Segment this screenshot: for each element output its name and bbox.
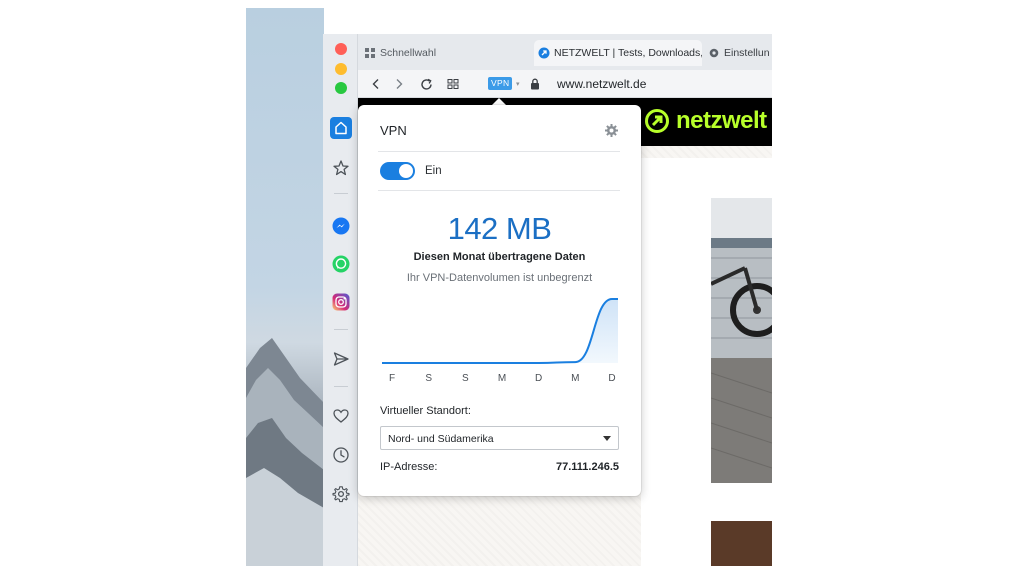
- gear-icon: [605, 124, 618, 137]
- bicycle-photo: [711, 198, 772, 483]
- desktop-wallpaper: [246, 8, 324, 566]
- tab-speed-dial[interactable]: Schnellwahl: [364, 40, 534, 66]
- x-tick-label: D: [608, 373, 615, 384]
- sidebar-whatsapp-button[interactable]: [330, 253, 352, 275]
- forward-button[interactable]: [389, 74, 409, 94]
- vpn-toggle-label: Ein: [425, 165, 442, 177]
- vpn-popup: VPN Ein 142 MB Diesen Monat übertragene …: [358, 105, 641, 496]
- tab-strip: Schnellwahl NETZWELT | Tests, Downloads,…: [358, 34, 772, 70]
- window-maximize-button[interactable]: [335, 82, 347, 94]
- sidebar-divider: [334, 193, 348, 194]
- logo-text: netzwelt: [676, 107, 767, 134]
- vpn-settings-button[interactable]: [605, 124, 618, 142]
- data-transferred-label: Diesen Monat übertragene Daten: [413, 251, 586, 263]
- sidebar-messenger-button[interactable]: [330, 215, 352, 237]
- data-transferred-value: 142 MB: [447, 211, 552, 246]
- whatsapp-icon: [332, 255, 350, 273]
- back-button[interactable]: [366, 74, 386, 94]
- home-icon: [330, 117, 352, 139]
- sidebar-history-button[interactable]: [330, 444, 352, 466]
- vpn-toggle[interactable]: [380, 162, 415, 180]
- url-field[interactable]: www.netzwelt.de: [557, 77, 646, 91]
- sidebar: [323, 34, 358, 566]
- reload-icon: [420, 78, 432, 90]
- lock-icon[interactable]: [530, 77, 540, 95]
- sidebar-bookmarks-button[interactable]: [330, 157, 352, 179]
- sidebar-send-button[interactable]: [330, 348, 352, 370]
- star-icon: [333, 160, 349, 176]
- x-tick-label: M: [571, 373, 579, 384]
- heart-icon: [333, 409, 349, 423]
- instagram-icon: [332, 293, 350, 311]
- x-tick-label: M: [498, 373, 506, 384]
- x-tick-label: D: [535, 373, 542, 384]
- gear-icon: [332, 486, 350, 503]
- vpn-badge-button[interactable]: VPN: [488, 77, 513, 90]
- usage-line: [382, 298, 618, 364]
- sidebar-settings-button[interactable]: [330, 483, 352, 505]
- sidebar-favorites-button[interactable]: [330, 405, 352, 427]
- location-label: Virtueller Standort:: [380, 405, 471, 417]
- send-icon: [333, 352, 349, 366]
- sidebar-instagram-button[interactable]: [330, 291, 352, 313]
- tab-overview-button[interactable]: [443, 74, 463, 94]
- address-toolbar: VPN ▾ www.netzwelt.de: [358, 70, 772, 98]
- sidebar-home-button[interactable]: [330, 117, 352, 139]
- tab-label: Einstellun: [724, 47, 770, 59]
- clock-icon: [333, 447, 349, 463]
- messenger-icon: [332, 217, 350, 235]
- gear-icon: [709, 48, 719, 58]
- sidebar-divider: [334, 329, 348, 330]
- chevron-right-icon: [396, 79, 403, 89]
- ip-address-value: 77.111.246.5: [555, 461, 619, 473]
- screenshot-stage: Schnellwahl NETZWELT | Tests, Downloads,…: [0, 0, 1018, 573]
- location-select-value: Nord- und Südamerika: [388, 433, 494, 445]
- tab-netzwelt[interactable]: NETZWELT | Tests, Downloads,: [534, 40, 702, 66]
- article-photo-secondary[interactable]: [711, 521, 772, 566]
- data-volume-note: Ihr VPN-Datenvolumen ist unbegrenzt: [406, 272, 593, 284]
- window-minimize-button[interactable]: [335, 63, 347, 75]
- netzwelt-favicon: [538, 47, 550, 59]
- grid-icon: [365, 48, 375, 58]
- reload-button[interactable]: [416, 74, 436, 94]
- window-close-button[interactable]: [335, 43, 347, 55]
- grid-icon: [447, 79, 459, 89]
- chevron-down-icon: [603, 436, 611, 441]
- tab-settings[interactable]: Einstellun: [708, 40, 772, 66]
- x-tick-label: S: [462, 373, 469, 384]
- usage-area: [382, 299, 618, 363]
- article-photo[interactable]: [711, 198, 772, 483]
- vpn-toggle-knob: [399, 164, 413, 178]
- usage-chart: FSSMDMD: [382, 298, 618, 384]
- x-tick-label: F: [389, 373, 395, 384]
- divider: [378, 190, 620, 191]
- chevron-left-icon: [372, 79, 379, 89]
- netzwelt-logo-icon: [645, 109, 669, 133]
- site-logo[interactable]: netzwelt: [644, 106, 767, 136]
- sidebar-divider: [334, 386, 348, 387]
- ip-address-label: IP-Adresse:: [380, 461, 438, 473]
- location-select[interactable]: Nord- und Südamerika: [380, 426, 619, 450]
- divider: [378, 151, 620, 152]
- vpn-caret-icon: ▾: [516, 81, 520, 88]
- x-tick-label: S: [425, 373, 432, 384]
- tab-label: NETZWELT | Tests, Downloads,: [554, 47, 702, 59]
- vpn-popup-title: VPN: [380, 123, 407, 138]
- tab-label: Schnellwahl: [380, 47, 437, 59]
